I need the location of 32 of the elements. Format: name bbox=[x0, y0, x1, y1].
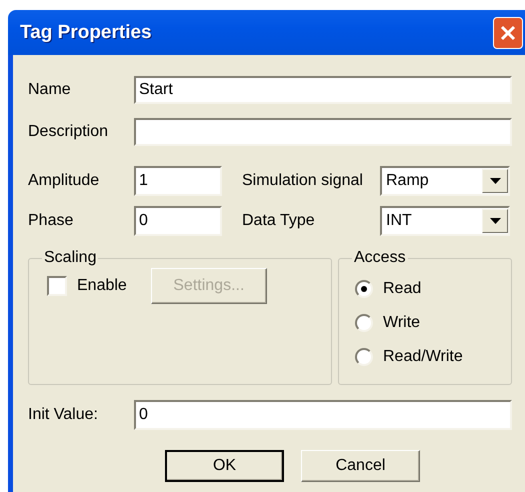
window-title: Tag Properties bbox=[20, 22, 152, 44]
dropdown-button[interactable] bbox=[482, 169, 508, 193]
dropdown-button[interactable] bbox=[482, 209, 508, 233]
close-button[interactable] bbox=[493, 16, 523, 48]
data-type-dropdown[interactable]: INT bbox=[380, 206, 510, 236]
checkbox-label: Enable bbox=[77, 277, 127, 295]
close-icon bbox=[499, 24, 517, 42]
amplitude-field[interactable]: 1 bbox=[134, 166, 222, 196]
name-field[interactable]: Start bbox=[134, 76, 512, 104]
init-value-field[interactable]: 0 bbox=[134, 400, 512, 430]
field-label: Amplitude bbox=[28, 172, 100, 190]
radio-label: Read bbox=[383, 280, 422, 298]
field-label: Simulation signal bbox=[242, 172, 364, 190]
field-label: Phase bbox=[28, 212, 74, 230]
enable-checkbox[interactable] bbox=[47, 276, 67, 296]
radio-label: Read/Write bbox=[383, 348, 463, 366]
field-label: Name bbox=[28, 81, 72, 99]
radio-label: Write bbox=[383, 314, 420, 332]
field-label: Init Value: bbox=[28, 406, 99, 424]
radio-button[interactable] bbox=[355, 348, 373, 366]
group-title: Scaling bbox=[42, 249, 98, 267]
ok-button[interactable]: OK bbox=[165, 450, 284, 482]
radio-button[interactable] bbox=[355, 314, 373, 332]
field-label: Data Type bbox=[242, 212, 316, 230]
phase-field[interactable]: 0 bbox=[134, 206, 222, 236]
signal-dropdown[interactable]: Ramp bbox=[380, 166, 510, 196]
radio-button[interactable] bbox=[355, 280, 373, 298]
caret-icon bbox=[490, 178, 500, 184]
description-field[interactable] bbox=[134, 118, 512, 146]
caret-icon bbox=[490, 218, 500, 224]
cancel-button[interactable]: Cancel bbox=[301, 450, 420, 482]
field-label: Description bbox=[28, 123, 110, 141]
